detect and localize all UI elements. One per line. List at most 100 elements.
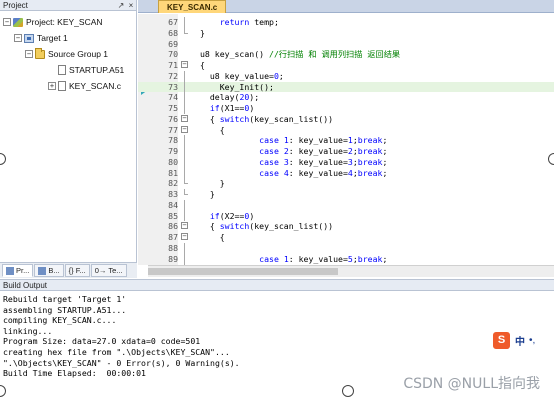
line-number: 80 bbox=[168, 156, 178, 167]
fold-toggle-icon[interactable]: − bbox=[181, 125, 188, 133]
fold-end-guide bbox=[184, 189, 188, 195]
tab-templates[interactable]: 0→ Te... bbox=[90, 264, 127, 277]
ime-toolbar[interactable]: S 中 •, bbox=[493, 330, 554, 350]
file-icon bbox=[58, 65, 66, 75]
line-number: 69 bbox=[168, 38, 178, 49]
line-number: 83 bbox=[168, 189, 178, 199]
horizontal-scrollbar[interactable] bbox=[148, 265, 554, 277]
code-line[interactable]: 72 u8 key_value=0; bbox=[138, 70, 554, 82]
code-line[interactable]: 88 bbox=[138, 242, 554, 254]
code-line[interactable]: 89 case 1: key_value=5;break; bbox=[138, 253, 554, 265]
fold-end-guide bbox=[184, 27, 188, 34]
build-output-line: ".\Objects\KEY_SCAN" - 0 Error(s), 0 War… bbox=[3, 357, 240, 368]
build-output-line: assembling STARTUP.A51... bbox=[3, 304, 127, 315]
fold-end-guide bbox=[184, 178, 188, 185]
code-line[interactable]: 86− { switch(key_scan_list()) bbox=[138, 221, 554, 232]
code-line[interactable]: 81 case 4: key_value=4;break; bbox=[138, 167, 554, 179]
code-line[interactable]: 74 delay(20); bbox=[138, 92, 554, 103]
fold-guide bbox=[184, 156, 185, 168]
collapse-toggle-icon[interactable]: − bbox=[25, 50, 33, 58]
fold-guide bbox=[184, 146, 185, 157]
fold-guide bbox=[184, 92, 185, 103]
pin-icon[interactable]: ↗ bbox=[116, 1, 126, 10]
line-number: 75 bbox=[168, 103, 178, 113]
fold-toggle-icon[interactable]: − bbox=[181, 114, 188, 122]
tab-key-scan-c[interactable]: KEY_SCAN.c bbox=[158, 0, 227, 13]
line-number: 88 bbox=[168, 242, 178, 253]
fold-guide bbox=[184, 103, 185, 114]
build-output-line: Rebuild target 'Target 1' bbox=[3, 294, 127, 304]
code-line[interactable]: 87− { bbox=[138, 232, 554, 243]
resize-handle-right[interactable] bbox=[548, 153, 554, 165]
resize-handle-bottom[interactable] bbox=[342, 385, 354, 397]
fold-toggle-icon[interactable]: − bbox=[181, 233, 188, 240]
line-number: 74 bbox=[168, 92, 178, 103]
code-line[interactable]: 67 return temp; bbox=[138, 17, 554, 28]
tree-item-label: Source Group 1 bbox=[48, 49, 109, 59]
line-number: 87 bbox=[168, 232, 178, 242]
editor-tab-label: KEY_SCAN.c bbox=[167, 2, 218, 12]
fold-toggle-icon[interactable]: − bbox=[181, 222, 188, 230]
line-number: 72 bbox=[168, 70, 178, 81]
project-panel: Project ↗ × − Project: KEY_SCAN − Target… bbox=[0, 0, 137, 278]
target-icon bbox=[24, 33, 34, 43]
line-number: 76 bbox=[168, 113, 178, 124]
collapse-toggle-icon[interactable]: − bbox=[14, 34, 22, 42]
project-panel-title: Project bbox=[3, 0, 28, 10]
code-line[interactable]: 71− { bbox=[138, 60, 554, 71]
close-icon[interactable]: × bbox=[126, 1, 136, 10]
code-line[interactable]: 70 u8 key_scan() //行扫描 和 调用列扫描 返回结果 bbox=[138, 49, 554, 60]
fold-guide bbox=[184, 135, 185, 146]
code-text: case 1: key_value=5;break; bbox=[259, 253, 388, 264]
code-text: { bbox=[200, 124, 225, 135]
build-output-line: Program Size: data=27.0 xdata=0 code=501 bbox=[3, 336, 201, 347]
fold-toggle-icon[interactable]: − bbox=[181, 61, 188, 68]
code-text: delay(20); bbox=[200, 92, 260, 103]
code-line[interactable]: 85 if(X2==0) bbox=[138, 210, 554, 222]
project-panel-tabs: Pr... B... {} F... 0→ Te... bbox=[0, 262, 137, 278]
code-text: { switch(key_scan_list()) bbox=[200, 113, 334, 124]
fold-guide bbox=[184, 17, 185, 28]
tab-project[interactable]: Pr... bbox=[2, 264, 34, 277]
file-icon bbox=[58, 81, 66, 91]
project-tree: − Project: KEY_SCAN − Target 1 − Source … bbox=[0, 11, 136, 94]
line-number: 89 bbox=[168, 253, 178, 264]
code-line[interactable]: 84 bbox=[138, 199, 554, 211]
tab-functions[interactable]: {} F... bbox=[64, 264, 90, 277]
code-line[interactable]: 80 case 3: key_value=3;break; bbox=[138, 156, 554, 168]
code-line[interactable]: 68} bbox=[138, 27, 554, 39]
code-line[interactable]: 79 case 2: key_value=2;break; bbox=[138, 146, 554, 157]
code-line[interactable]: 83 } bbox=[138, 189, 554, 200]
line-number: 85 bbox=[168, 210, 178, 221]
ime-punctuation-indicator[interactable]: •, bbox=[529, 335, 535, 346]
code-text: } bbox=[200, 189, 215, 199]
tree-item-project[interactable]: − Project: KEY_SCAN bbox=[0, 14, 136, 30]
line-number: 86 bbox=[168, 221, 178, 232]
tree-item-label: KEY_SCAN.c bbox=[69, 81, 121, 91]
collapse-toggle-icon[interactable]: − bbox=[3, 18, 11, 26]
tree-item-file-startup[interactable]: STARTUP.A51 bbox=[0, 62, 136, 78]
build-output-title: Build Output bbox=[0, 280, 554, 291]
code-line[interactable]: 78 case 1: key_value=1;break; bbox=[138, 135, 554, 146]
code-line[interactable]: 73 Key_Init(); bbox=[138, 81, 554, 93]
sogou-ime-icon[interactable]: S bbox=[493, 331, 510, 349]
ime-language-indicator[interactable]: 中 bbox=[515, 333, 525, 348]
books-icon bbox=[38, 266, 47, 275]
code-line[interactable]: 75 if(X1==0) bbox=[138, 103, 554, 114]
line-number: 73 bbox=[168, 81, 178, 92]
tree-item-file-keyscan[interactable]: + KEY_SCAN.c bbox=[0, 78, 136, 94]
code-line[interactable]: 82 } bbox=[138, 178, 554, 189]
code-area[interactable]: 67 return temp; 68} 69 70 u8 key_scan() //行扫… bbox=[138, 14, 554, 265]
tab-books[interactable]: B... bbox=[34, 264, 64, 277]
line-number: 70 bbox=[168, 49, 178, 60]
code-line[interactable]: 76− { switch(key_scan_list()) bbox=[138, 114, 554, 125]
tree-item-label: STARTUP.A51 bbox=[69, 65, 125, 75]
code-line[interactable]: 77− { bbox=[138, 125, 554, 136]
tree-item-target[interactable]: − Target 1 bbox=[0, 30, 136, 46]
tree-item-source-group[interactable]: − Source Group 1 bbox=[0, 46, 136, 62]
line-number: 78 bbox=[168, 135, 178, 146]
expand-toggle-icon[interactable]: + bbox=[48, 82, 56, 90]
build-output-line: compiling KEY_SCAN.c... bbox=[3, 315, 117, 326]
code-line[interactable]: 69 bbox=[138, 39, 554, 50]
scrollbar-thumb[interactable] bbox=[148, 268, 338, 275]
